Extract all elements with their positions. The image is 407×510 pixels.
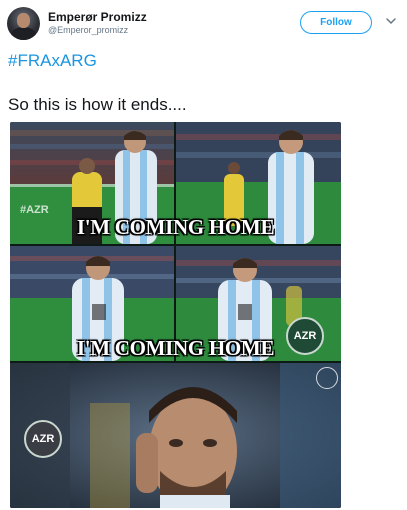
hashtag-link[interactable]: #FRAxARG <box>8 51 97 71</box>
meme-caption-top: I'M COMING HOME <box>76 215 275 239</box>
azr-badge-label-bottom: AZR <box>31 433 55 445</box>
tweet-text: So this is how it ends.... <box>8 95 187 114</box>
display-name[interactable]: Emperør Promizz <box>48 10 147 24</box>
azr-logo-badge: AZR <box>286 317 324 355</box>
channel-logo-icon <box>316 367 338 389</box>
azr-badge-label: AZR <box>293 330 317 342</box>
user-handle[interactable]: @Emperor_promizz <box>48 25 128 35</box>
azr-logo-badge-bottom: AZR <box>24 420 62 458</box>
tweet-header: Emperør Promizz @Emperor_promizz Follow <box>0 0 407 44</box>
avatar-face-shape <box>17 13 30 28</box>
avatar-body-shape <box>11 27 36 40</box>
avatar[interactable] <box>7 7 40 40</box>
tweet-media-image[interactable]: #AZR I'M COMING HOME I'M COMING HOME AZR… <box>10 122 341 508</box>
follow-button[interactable]: Follow <box>300 11 372 34</box>
chevron-down-icon[interactable] <box>384 14 398 28</box>
